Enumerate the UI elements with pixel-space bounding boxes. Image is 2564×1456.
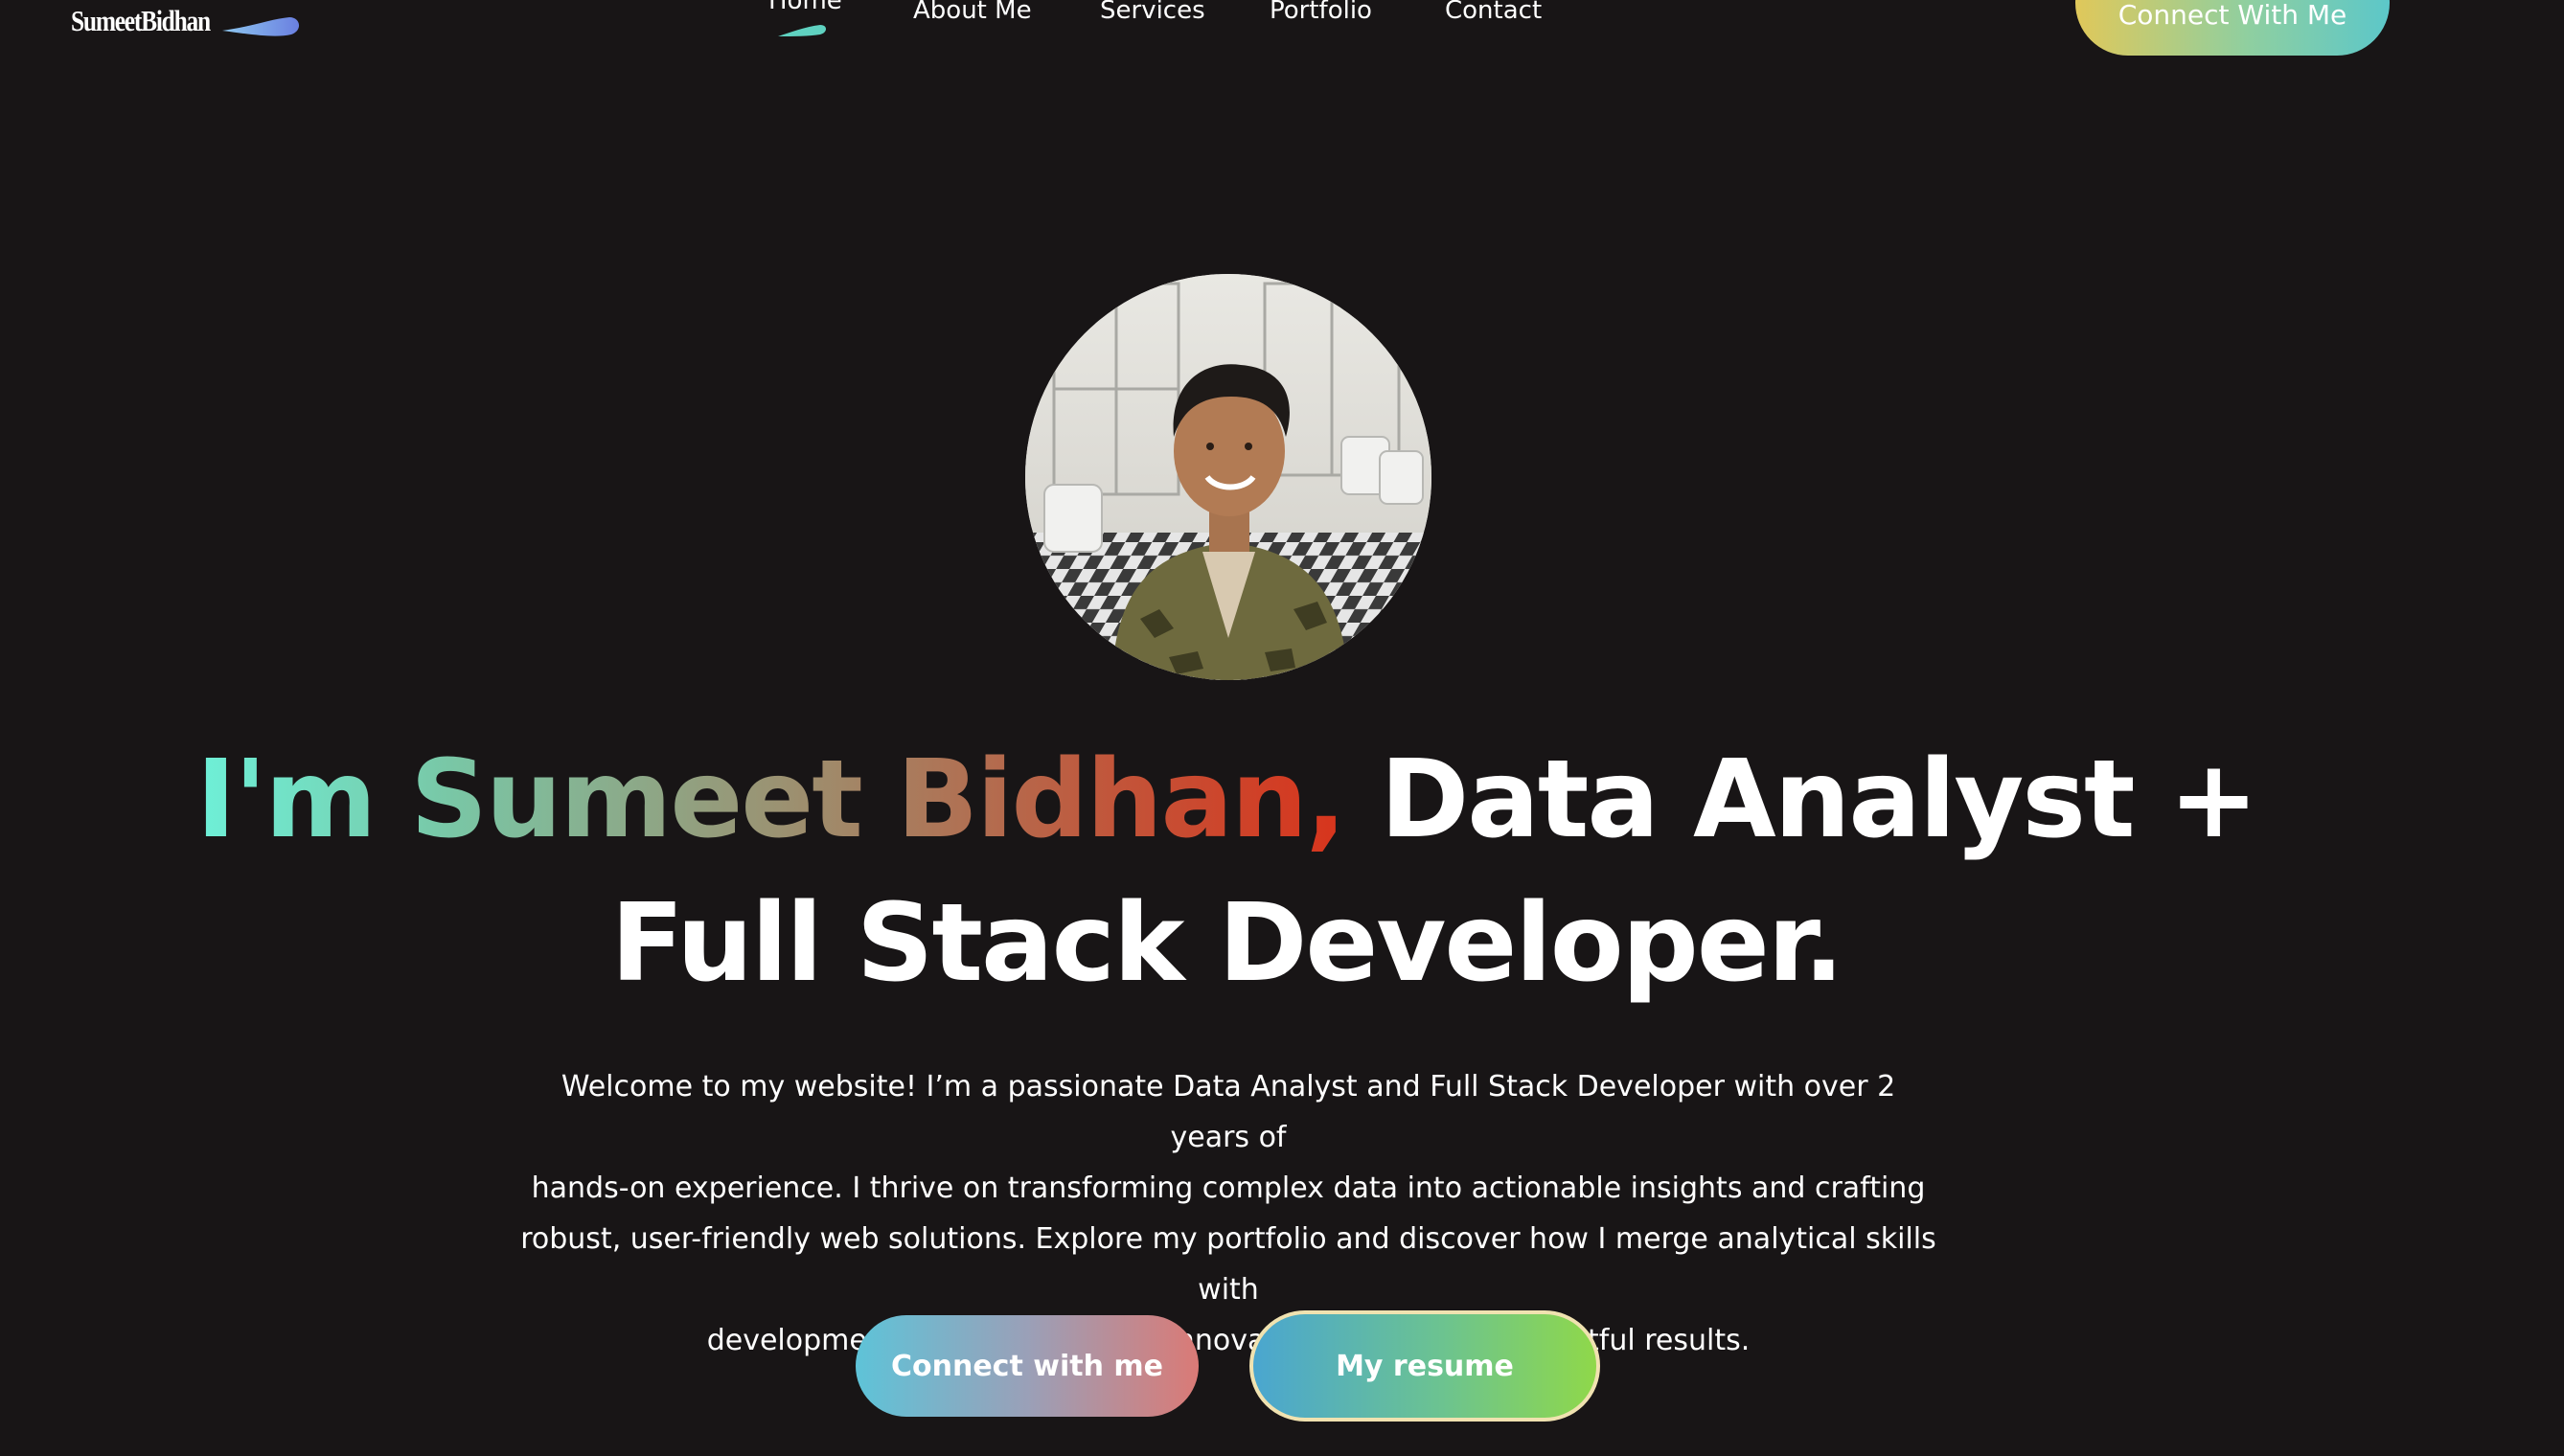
nav-about-me[interactable]: About Me (913, 0, 1032, 25)
portfolio-page: SumeetBidhan Home About Me Services Port… (0, 0, 2564, 1456)
nav-services[interactable]: Services (1100, 0, 1205, 25)
my-resume-button[interactable]: My resume (1249, 1310, 1600, 1422)
hero-role-part-2: Full Stack Developer. (610, 881, 1843, 1006)
nav-contact[interactable]: Contact (1445, 0, 1542, 25)
hero-role-part-1: Data Analyst + (1380, 738, 2258, 862)
hero-headline: I'm Sumeet Bidhan, Data Analyst + Full S… (0, 728, 2453, 1015)
profile-photo (1025, 274, 1431, 680)
intro-line: robust, user-friendly web solutions. Exp… (520, 1222, 1936, 1307)
profile-avatar (1025, 274, 1431, 680)
intro-line: Welcome to my website! I’m a passionate … (561, 1070, 1896, 1154)
connect-with-me-nav-button[interactable]: Connect With Me (2075, 0, 2390, 56)
hero-intro-paragraph: Welcome to my website! I’m a passionate … (517, 1061, 1939, 1366)
nav-portfolio[interactable]: Portfolio (1270, 0, 1372, 25)
intro-line: hands-on experience. I thrive on transfo… (531, 1172, 1926, 1205)
hero-name: I'm Sumeet Bidhan, (195, 738, 1347, 862)
connect-with-me-button[interactable]: Connect with me (856, 1315, 1199, 1417)
nav-home[interactable]: Home (768, 0, 842, 15)
intro-line: development expertise to drive innovatio… (706, 1324, 1751, 1357)
underline-swoosh-icon (778, 25, 826, 36)
